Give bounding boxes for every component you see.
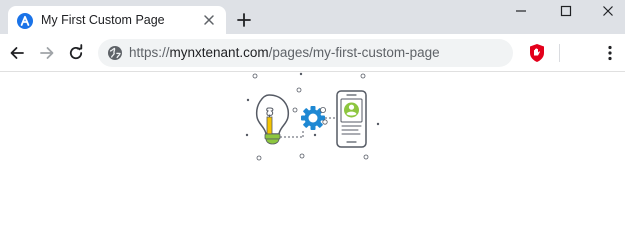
- tab-title: My First Custom Page: [41, 13, 165, 27]
- tab-strip: My First Custom Page: [0, 0, 625, 34]
- browser-toolbar: https://mynxtenant.com/pages/my-first-cu…: [0, 34, 625, 72]
- app-logo-icon: [17, 13, 33, 29]
- url-scheme: https://: [129, 45, 170, 60]
- shield-extension-icon[interactable]: [528, 43, 546, 63]
- close-icon[interactable]: [201, 12, 217, 28]
- kebab-menu-icon[interactable]: [603, 44, 617, 62]
- url-path: /pages/my-first-custom-page: [268, 45, 440, 60]
- tab-active[interactable]: My First Custom Page: [8, 6, 226, 34]
- globe-icon[interactable]: [107, 45, 123, 61]
- url-text[interactable]: https://mynxtenant.com/pages/my-first-cu…: [129, 45, 440, 60]
- browser-window: My First Custom Page https://mynxtenant.…: [0, 0, 625, 243]
- url-host: mynxtenant.com: [169, 45, 269, 60]
- toolbar-separator: [559, 44, 560, 62]
- arrow-left-icon[interactable]: [8, 44, 26, 62]
- arrow-right-icon[interactable]: [38, 44, 56, 62]
- close-window-icon[interactable]: [598, 4, 618, 18]
- reload-icon[interactable]: [67, 44, 85, 62]
- maximize-icon[interactable]: [556, 4, 576, 18]
- minimize-icon[interactable]: [511, 4, 531, 18]
- address-bar[interactable]: https://mynxtenant.com/pages/my-first-cu…: [98, 39, 513, 67]
- plus-icon[interactable]: [236, 12, 252, 28]
- page-content: [0, 72, 625, 243]
- idea-to-mobile-app-illustration: [245, 72, 380, 161]
